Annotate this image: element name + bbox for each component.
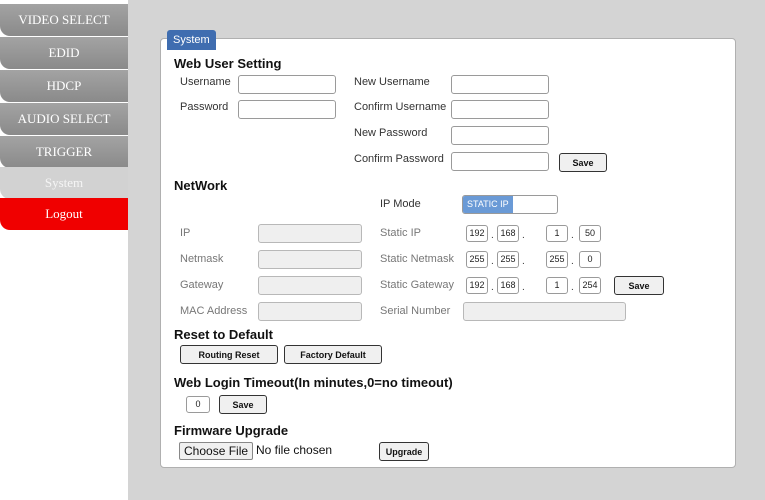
timeout-input[interactable]: 0: [186, 396, 210, 413]
username-label: Username: [180, 76, 231, 88]
static-netmask-octet-2[interactable]: 255: [497, 251, 519, 268]
password-label: Password: [180, 101, 229, 113]
static-gateway-octet-4[interactable]: 254: [579, 277, 601, 294]
sidebar-item-trigger[interactable]: TRIGGER: [0, 136, 128, 168]
serial-number-label: Serial Number: [380, 305, 451, 317]
netmask-field: [258, 250, 362, 269]
static-gateway-label: Static Gateway: [380, 279, 454, 291]
ip-field: [258, 224, 362, 243]
octet-dot: .: [522, 230, 525, 241]
sidebar-item-label: HDCP: [46, 78, 82, 93]
static-ip-octet-3[interactable]: 1: [546, 225, 568, 242]
static-gateway-octet-1[interactable]: 192: [466, 277, 488, 294]
static-ip-octet-2[interactable]: 168: [497, 225, 519, 242]
web-user-save-button[interactable]: Save: [559, 153, 607, 172]
sidebar-item-label: EDID: [48, 45, 80, 60]
factory-default-button[interactable]: Factory Default: [284, 345, 382, 364]
logout-button[interactable]: Logout: [0, 198, 128, 230]
octet-dot: .: [491, 282, 494, 293]
sidebar-item-system[interactable]: System: [0, 167, 128, 199]
sidebar-item-audio-select[interactable]: AUDIO SELECT: [0, 103, 128, 135]
sidebar-item-label: AUDIO SELECT: [17, 111, 111, 126]
octet-dot: .: [571, 256, 574, 267]
network-heading: NetWork: [174, 178, 228, 193]
static-ip-octet-1[interactable]: 192: [466, 225, 488, 242]
routing-reset-button[interactable]: Routing Reset: [180, 345, 278, 364]
confirm-password-label: Confirm Password: [354, 153, 444, 165]
no-file-text: No file chosen: [256, 443, 333, 457]
static-gateway-octet-3[interactable]: 1: [546, 277, 568, 294]
new-username-label: New Username: [354, 76, 430, 88]
octet-dot: .: [522, 256, 525, 267]
ip-mode-toggle[interactable]: STATIC IP: [462, 195, 558, 214]
static-ip-octet-4[interactable]: 50: [579, 225, 601, 242]
timeout-save-button[interactable]: Save: [219, 395, 267, 414]
new-username-input[interactable]: [451, 75, 549, 94]
ip-mode-value: STATIC IP: [463, 196, 513, 213]
sidebar-item-label: TRIGGER: [35, 144, 93, 159]
static-netmask-octet-1[interactable]: 255: [466, 251, 488, 268]
firmware-heading: Firmware Upgrade: [174, 423, 289, 438]
reset-heading: Reset to Default: [174, 327, 273, 342]
netmask-label: Netmask: [180, 253, 224, 265]
password-input[interactable]: [238, 100, 336, 119]
serial-number-field: [463, 302, 626, 321]
confirm-username-input[interactable]: [451, 100, 549, 119]
static-netmask-label: Static Netmask: [380, 253, 454, 265]
gateway-label: Gateway: [180, 279, 224, 291]
new-password-label: New Password: [354, 127, 428, 139]
panel-tab-title: System: [167, 30, 216, 50]
sidebar-item-edid[interactable]: EDID: [0, 37, 128, 69]
timeout-heading: Web Login Timeout(In minutes,0=no timeou…: [174, 375, 453, 390]
confirm-password-input[interactable]: [451, 152, 549, 171]
octet-dot: .: [491, 230, 494, 241]
static-netmask-octet-4[interactable]: 0: [579, 251, 601, 268]
octet-dot: .: [571, 230, 574, 241]
gateway-field: [258, 276, 362, 295]
confirm-username-label: Confirm Username: [354, 101, 447, 113]
mac-address-field: [258, 302, 362, 321]
mac-address-label: MAC Address: [180, 305, 248, 317]
username-input[interactable]: [238, 75, 336, 94]
static-ip-label: Static IP: [380, 227, 421, 239]
network-save-button[interactable]: Save: [614, 276, 664, 295]
sidebar-item-video-select[interactable]: VIDEO SELECT: [0, 4, 128, 36]
sidebar-item-label: VIDEO SELECT: [18, 12, 110, 27]
sidebar-item-label: System: [44, 175, 84, 190]
octet-dot: .: [491, 256, 494, 267]
octet-dot: .: [522, 282, 525, 293]
choose-file-button[interactable]: Choose File: [179, 442, 254, 460]
ip-label: IP: [180, 227, 191, 239]
sidebar-item-hdcp[interactable]: HDCP: [0, 70, 128, 102]
static-netmask-octet-3[interactable]: 255: [546, 251, 568, 268]
static-gateway-octet-2[interactable]: 168: [497, 277, 519, 294]
octet-dot: .: [571, 282, 574, 293]
new-password-input[interactable]: [451, 126, 549, 145]
sidebar-item-label: Logout: [45, 206, 83, 221]
ip-mode-label: IP Mode: [380, 198, 421, 210]
upgrade-button[interactable]: Upgrade: [379, 442, 429, 461]
web-user-heading: Web User Setting: [174, 56, 282, 71]
